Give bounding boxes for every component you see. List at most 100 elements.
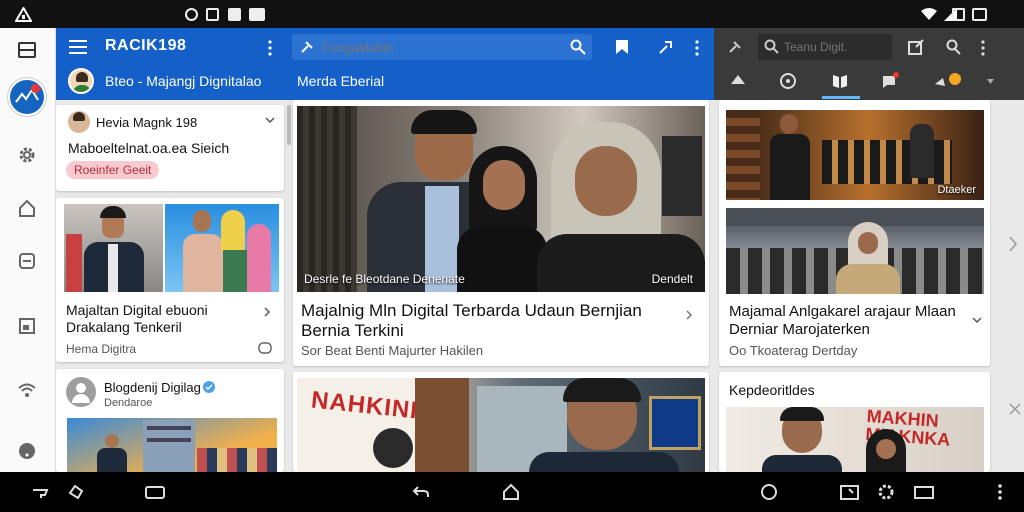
notification-icon-3	[228, 8, 241, 21]
explore-tab-icon[interactable]	[779, 72, 797, 90]
active-tab-indicator	[822, 96, 860, 99]
right-story-card[interactable]: Dtaeker Majamal Anlgakarel arajaur Mlaan…	[719, 100, 990, 366]
profile-tag[interactable]: Roeinfer Geeit	[66, 161, 160, 179]
channel-card[interactable]: Blogdenij Digilag Dendaroe	[56, 369, 284, 472]
edit-icon[interactable]	[908, 39, 924, 55]
alerts-tab-icon[interactable]	[933, 72, 963, 90]
gallery-icon[interactable]	[17, 316, 37, 336]
search-bar[interactable]	[292, 34, 592, 60]
story-thumbnail-right	[165, 204, 279, 292]
main-image-caption: Desrle fe Bleotdane Denenate	[304, 272, 465, 286]
more-vert-icon[interactable]	[267, 40, 273, 56]
main-image-caption-right: Dendelt	[651, 272, 693, 286]
secondary-app-bar	[714, 28, 1024, 100]
menu-status-icon	[972, 8, 987, 21]
right-story-title[interactable]: Majamal Anlgakarel arajaur Mlaan Derniar…	[729, 303, 979, 339]
story-card[interactable]: Majaltan Digital ebuoni Drakalang Tenker…	[56, 198, 284, 362]
channel-thumbnail	[67, 418, 277, 472]
menu-nav-icon[interactable]	[996, 483, 1004, 501]
second-story-image: NAHKINI	[297, 378, 705, 472]
account-avatar-small[interactable]	[68, 68, 94, 94]
wifi-icon	[921, 8, 937, 20]
calendar-icon[interactable]	[17, 251, 37, 271]
section-image: MAKHIN MIAKNKA	[726, 407, 984, 472]
right-story-subtitle: Oo Tkoaterag Dertday	[729, 343, 858, 358]
story-title: Majaltan Digital ebuoni Drakalang Tenker…	[66, 302, 208, 335]
right-story-image-top: Dtaeker	[726, 110, 984, 200]
reader-tab-icon[interactable]	[831, 72, 849, 90]
story-source: Hema Digitra	[66, 342, 137, 356]
settings-icon[interactable]	[17, 145, 37, 165]
search-input[interactable]	[322, 38, 562, 56]
chevron-down-icon-2[interactable]	[972, 317, 982, 324]
layout-icon[interactable]	[17, 40, 37, 60]
keyboard-icon[interactable]	[31, 483, 49, 501]
profile-card[interactable]: Hevia Magnk 198 Maboeltelnat.oa.ea Sieic…	[56, 105, 284, 191]
bookmark-icon[interactable]	[615, 39, 629, 55]
home-status-icon	[15, 7, 32, 22]
search-icon[interactable]	[570, 39, 586, 55]
more-vert-icon-3[interactable]	[980, 40, 986, 56]
profile-title: Maboeltelnat.oa.ea Sieich	[68, 140, 230, 156]
hamburger-menu-icon[interactable]	[69, 40, 87, 54]
chat-tab-icon[interactable]	[729, 72, 747, 90]
navigation-rail	[0, 28, 56, 472]
account-name[interactable]: Bteo - Majangj Dignitalao	[105, 73, 261, 89]
section-title: Kepdeoritldes	[729, 382, 815, 398]
profile-avatar	[68, 111, 90, 133]
channel-name: Blogdenij Digilag	[104, 380, 201, 395]
main-story-title[interactable]: Majalnig Mln Digital Terbarda Udaun Bern…	[301, 301, 671, 342]
screen-icon[interactable]	[144, 483, 166, 501]
top-app-bar: RACIK198 Bteo - Majangj Dignitalao Merda…	[56, 28, 714, 100]
tab-title[interactable]: Merda Eberial	[297, 73, 384, 89]
right-section-card[interactable]: Kepdeoritldes MAKHIN MIAKNKA	[719, 372, 990, 472]
battery-icon	[952, 8, 965, 21]
recents-button-icon[interactable]	[913, 483, 935, 501]
channel-subtitle: Dendaroe	[104, 397, 153, 409]
main-story-card[interactable]: Desrle fe Bleotdane Denenate Dendelt Maj…	[293, 100, 709, 366]
notification-icon-2	[206, 8, 219, 21]
back-button-icon[interactable]	[412, 483, 430, 501]
right-story-image-bottom	[726, 208, 984, 294]
search-icon-right[interactable]	[764, 39, 779, 54]
main-story-subtitle: Sor Beat Benti Majurter Hakilen	[301, 343, 484, 358]
left-column-scrollbar[interactable]	[287, 105, 291, 145]
messages-tab-icon[interactable]	[881, 72, 899, 90]
screenshot-icon[interactable]	[839, 483, 861, 501]
network-icon[interactable]	[17, 380, 37, 400]
chevron-down-icon[interactable]	[265, 117, 275, 124]
more-vert-icon-2[interactable]	[694, 40, 700, 56]
notification-icon-1	[185, 8, 198, 21]
secondary-search-bar[interactable]	[758, 34, 892, 60]
channel-avatar	[66, 377, 96, 407]
story-thumbnail-left	[64, 204, 163, 292]
verified-badge-icon	[203, 381, 215, 393]
profile-icon[interactable]	[945, 39, 961, 55]
settings-nav-icon[interactable]	[877, 483, 895, 501]
app-title: RACIK198	[105, 37, 187, 54]
chevron-right-icon[interactable]	[264, 307, 271, 317]
right-image-caption: Dtaeker	[937, 184, 976, 196]
close-side-icon[interactable]	[1008, 402, 1022, 416]
help-icon[interactable]	[17, 441, 37, 461]
content-area: Hevia Magnk 198 Maboeltelnat.oa.ea Sieic…	[56, 100, 1024, 472]
next-page-icon[interactable]	[1008, 236, 1018, 252]
home-icon[interactable]	[17, 198, 37, 218]
main-story-image: Desrle fe Bleotdane Denenate Dendelt	[297, 106, 705, 292]
system-nav-bar	[0, 472, 1024, 512]
pin-icon-right[interactable]	[728, 40, 742, 54]
dropdown-caret-icon[interactable]	[987, 79, 994, 84]
share-icon[interactable]	[658, 39, 674, 55]
chevron-right-icon-2[interactable]	[686, 310, 693, 320]
status-bar	[0, 0, 1024, 28]
pin-icon	[301, 41, 313, 53]
assistant-icon[interactable]	[760, 483, 778, 501]
second-story-card[interactable]: NAHKINI	[293, 372, 709, 472]
translate-icon[interactable]	[258, 342, 272, 354]
profile-name: Hevia Magnk 198	[96, 115, 198, 130]
home-button-icon[interactable]	[502, 483, 520, 501]
rotate-icon[interactable]	[67, 483, 85, 501]
notification-icon-4	[249, 8, 265, 21]
account-avatar[interactable]	[8, 78, 46, 116]
secondary-search-input[interactable]	[784, 38, 888, 56]
